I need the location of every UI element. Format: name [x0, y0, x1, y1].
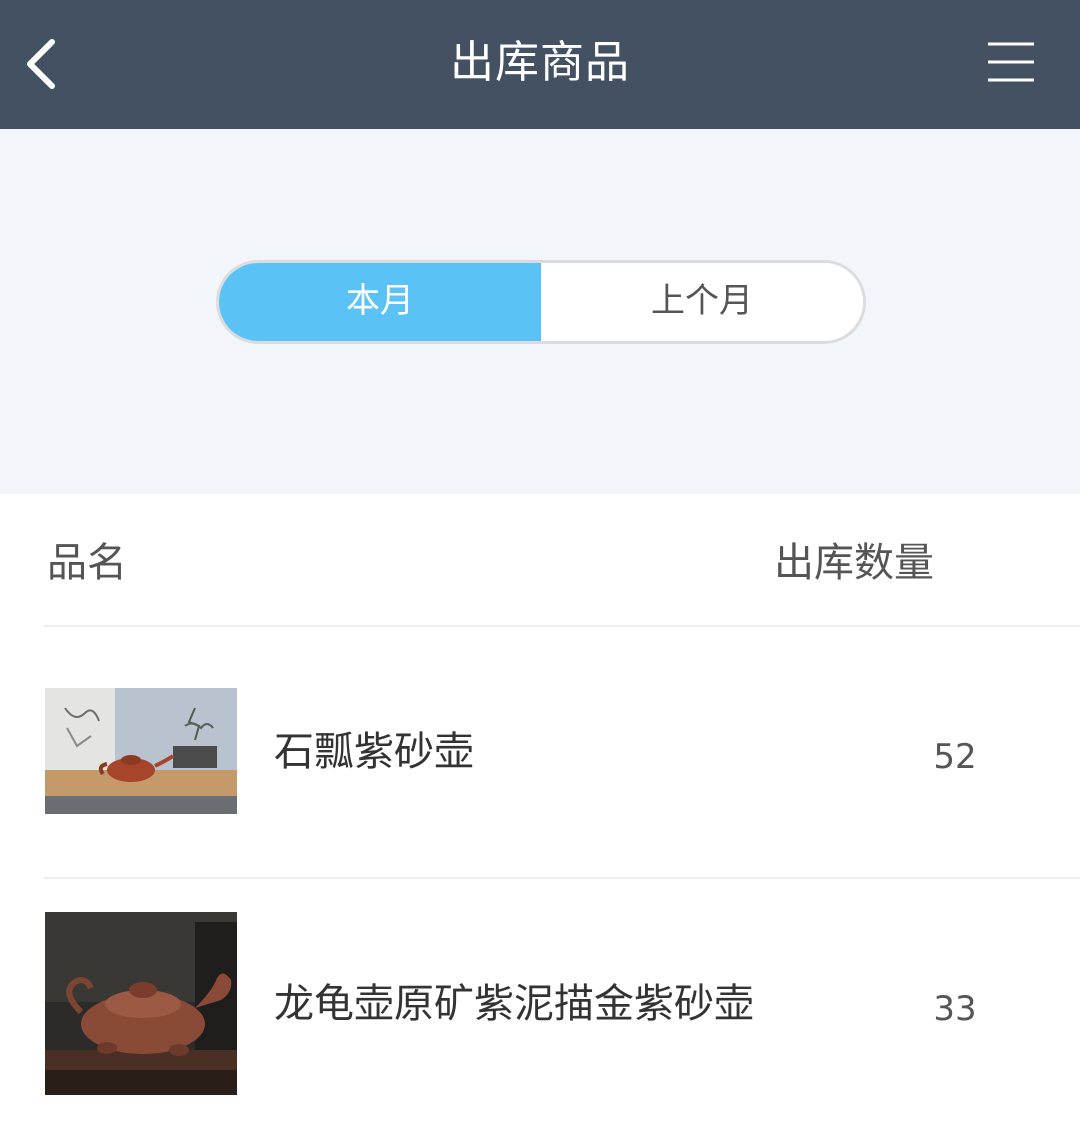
- product-quantity: 52: [933, 737, 977, 777]
- product-name: 石瓢紫砂壶: [274, 729, 474, 775]
- list-header: 品名 出库数量: [0, 494, 1080, 626]
- list-item[interactable]: 龙龟壶原矿紫泥描金紫砂壶 33: [0, 879, 1080, 1126]
- product-thumbnail: [45, 912, 237, 1095]
- tab-this-month[interactable]: 本月: [219, 263, 541, 341]
- tab-last-month[interactable]: 上个月: [541, 263, 863, 341]
- list-item[interactable]: 石瓢紫砂壶 52: [0, 627, 1080, 877]
- filter-area: 本月 上个月: [0, 129, 1080, 494]
- month-segmented-control: 本月 上个月: [216, 260, 866, 344]
- product-quantity: 33: [933, 989, 977, 1029]
- column-header-name: 品名: [47, 540, 127, 586]
- column-header-quantity: 出库数量: [774, 540, 934, 586]
- outbound-product-list: 品名 出库数量 石瓢紫砂壶 52 龙龟壶原矿紫泥描金紫砂壶 33: [0, 494, 1080, 1126]
- hamburger-menu-icon[interactable]: [986, 40, 1036, 84]
- product-thumbnail: [45, 688, 237, 814]
- product-name: 龙龟壶原矿紫泥描金紫砂壶: [274, 981, 754, 1027]
- top-nav-bar: 出库商品: [0, 0, 1080, 129]
- page-title: 出库商品: [450, 37, 630, 88]
